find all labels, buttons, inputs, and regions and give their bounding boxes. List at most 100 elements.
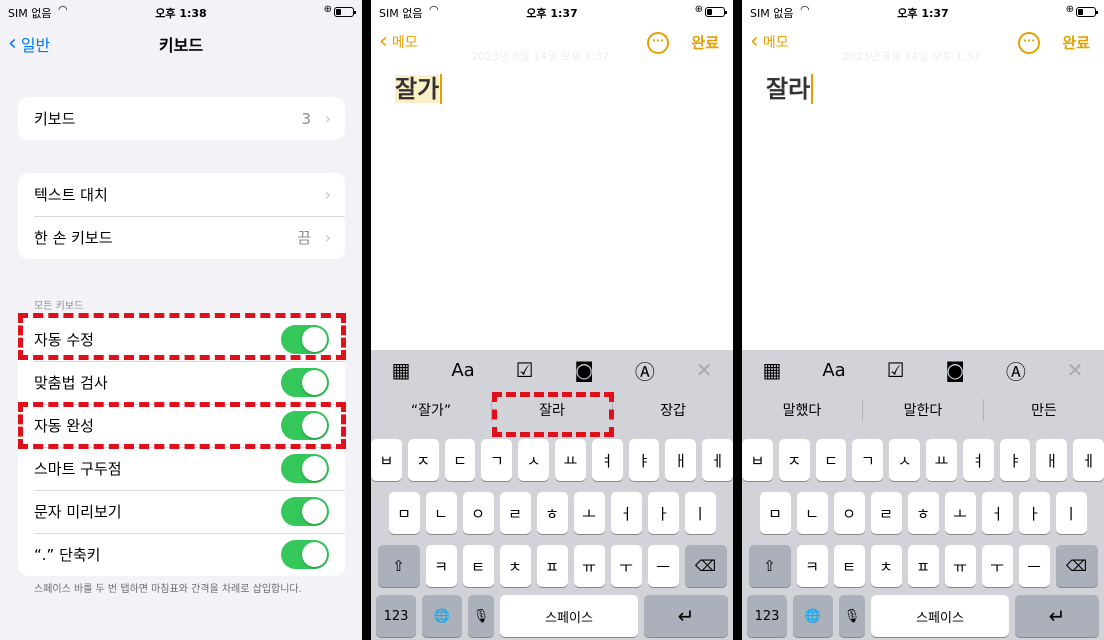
key[interactable]: ㅁ [388,492,420,534]
key[interactable]: ㅐ [1036,439,1068,481]
key[interactable]: ㅈ [778,439,810,481]
key[interactable]: ㅅ [889,439,920,481]
keyboards-row[interactable]: 키보드 3 › [18,97,345,140]
key[interactable]: ㅛ [926,439,957,481]
back-button[interactable]: ‹ 메모 [379,31,418,53]
key[interactable]: ㅕ [591,439,623,481]
note-body[interactable]: 잘가 [395,74,443,104]
one-hand-keyboard-row[interactable]: 한 손 키보드 끔 › [18,216,345,259]
key[interactable]: ㅇ [462,492,494,534]
key[interactable]: ㅑ [628,439,660,481]
key[interactable]: ㅊ [870,545,902,587]
key[interactable]: ㅍ [536,545,568,587]
character-preview-toggle[interactable] [281,497,329,526]
numbers-key[interactable]: 123 [747,595,787,637]
smart-punctuation-toggle[interactable] [281,454,329,483]
delete-icon[interactable]: ⌫ [684,545,727,587]
key[interactable]: ㅇ [833,492,865,534]
key[interactable]: ㅈ [407,439,439,481]
shift-icon[interactable]: ⇧ [748,545,791,587]
ellipsis-circle-icon[interactable]: ··· [647,32,669,54]
markup-icon[interactable]: Ⓐ [635,356,655,385]
key[interactable]: ㄹ [870,492,902,534]
key[interactable]: ㅓ [610,492,642,534]
text-replacement-row[interactable]: 텍스트 대치 › [18,173,345,216]
key[interactable]: ㅁ [759,492,791,534]
key[interactable]: ㅏ [647,492,679,534]
key[interactable]: ㅣ [1055,492,1087,534]
key[interactable]: ㅠ [573,545,605,587]
key[interactable]: ㅓ [981,492,1013,534]
key[interactable]: ㅍ [907,545,939,587]
key[interactable]: ㅎ [907,492,939,534]
suggestion-item[interactable]: 만든 [984,400,1104,420]
key[interactable]: ㅐ [665,439,697,481]
key[interactable]: ㄷ [815,439,847,481]
row-label: 한 손 키보드 [34,229,113,247]
checklist-icon[interactable]: ☑ [516,358,534,382]
key[interactable]: ㅂ [742,439,773,481]
key[interactable]: ㅋ [796,545,828,587]
microphone-icon[interactable]: 🎙 [468,595,494,637]
key[interactable]: ㅑ [999,439,1031,481]
note-body[interactable]: 잘라 [766,74,814,104]
key[interactable]: ㅣ [684,492,716,534]
table-icon[interactable]: ▦ [762,358,781,382]
close-icon[interactable]: ✕ [696,358,713,382]
key[interactable]: ㅂ [371,439,402,481]
suggestion-item[interactable]: 말한다 [863,400,983,420]
key[interactable]: ㅡ [1018,545,1050,587]
close-icon[interactable]: ✕ [1067,358,1084,382]
key[interactable]: ㄴ [425,492,457,534]
suggestion-item[interactable]: 장갑 [613,400,733,420]
return-icon[interactable]: ↵ [1015,595,1099,637]
key[interactable]: ㅜ [610,545,642,587]
key[interactable]: ㅌ [462,545,494,587]
key[interactable]: ㄹ [499,492,531,534]
key[interactable]: ㅅ [518,439,549,481]
return-icon[interactable]: ↵ [644,595,728,637]
suggestion-item[interactable]: 말했다 [742,400,862,420]
key[interactable]: ㄷ [444,439,476,481]
space-key[interactable]: 스페이스 [500,595,638,637]
globe-icon[interactable]: 🌐 [422,595,462,637]
key[interactable]: ㅋ [425,545,457,587]
back-button[interactable]: ‹ 메모 [750,31,789,53]
camera-icon[interactable]: ◙ [574,358,593,382]
period-shortcut-toggle[interactable] [281,540,329,569]
key[interactable]: ㅠ [944,545,976,587]
format-button[interactable]: Aa [451,360,474,381]
key[interactable]: ㄱ [852,439,884,481]
globe-icon[interactable]: 🌐 [793,595,833,637]
key[interactable]: ㅎ [536,492,568,534]
suggestion-item[interactable]: “잘가” [371,400,491,420]
key[interactable]: ㅗ [944,492,976,534]
checklist-icon[interactable]: ☑ [887,358,905,382]
microphone-icon[interactable]: 🎙 [839,595,865,637]
key[interactable]: ㅏ [1018,492,1050,534]
done-button[interactable]: 완료 [691,32,719,53]
key[interactable]: ㅕ [962,439,994,481]
key[interactable]: ㅊ [499,545,531,587]
shift-icon[interactable]: ⇧ [377,545,420,587]
space-key[interactable]: 스페이스 [871,595,1009,637]
numbers-key[interactable]: 123 [376,595,416,637]
spell-check-toggle[interactable] [281,368,329,397]
key[interactable]: ㄱ [481,439,513,481]
format-button[interactable]: Aa [822,360,845,381]
ellipsis-circle-icon[interactable]: ··· [1018,32,1040,54]
key[interactable]: ㅌ [833,545,865,587]
key[interactable]: ㄴ [796,492,828,534]
key[interactable]: ㅜ [981,545,1013,587]
camera-icon[interactable]: ◙ [945,358,964,382]
key[interactable]: ㅛ [555,439,586,481]
table-icon[interactable]: ▦ [391,358,410,382]
key[interactable]: ㅔ [702,439,733,481]
done-button[interactable]: 완료 [1062,32,1090,53]
markup-icon[interactable]: Ⓐ [1006,356,1026,385]
key[interactable]: ㅡ [647,545,679,587]
row-value: 끔 [297,229,311,247]
key[interactable]: ㅔ [1073,439,1104,481]
key[interactable]: ㅗ [573,492,605,534]
delete-icon[interactable]: ⌫ [1055,545,1098,587]
